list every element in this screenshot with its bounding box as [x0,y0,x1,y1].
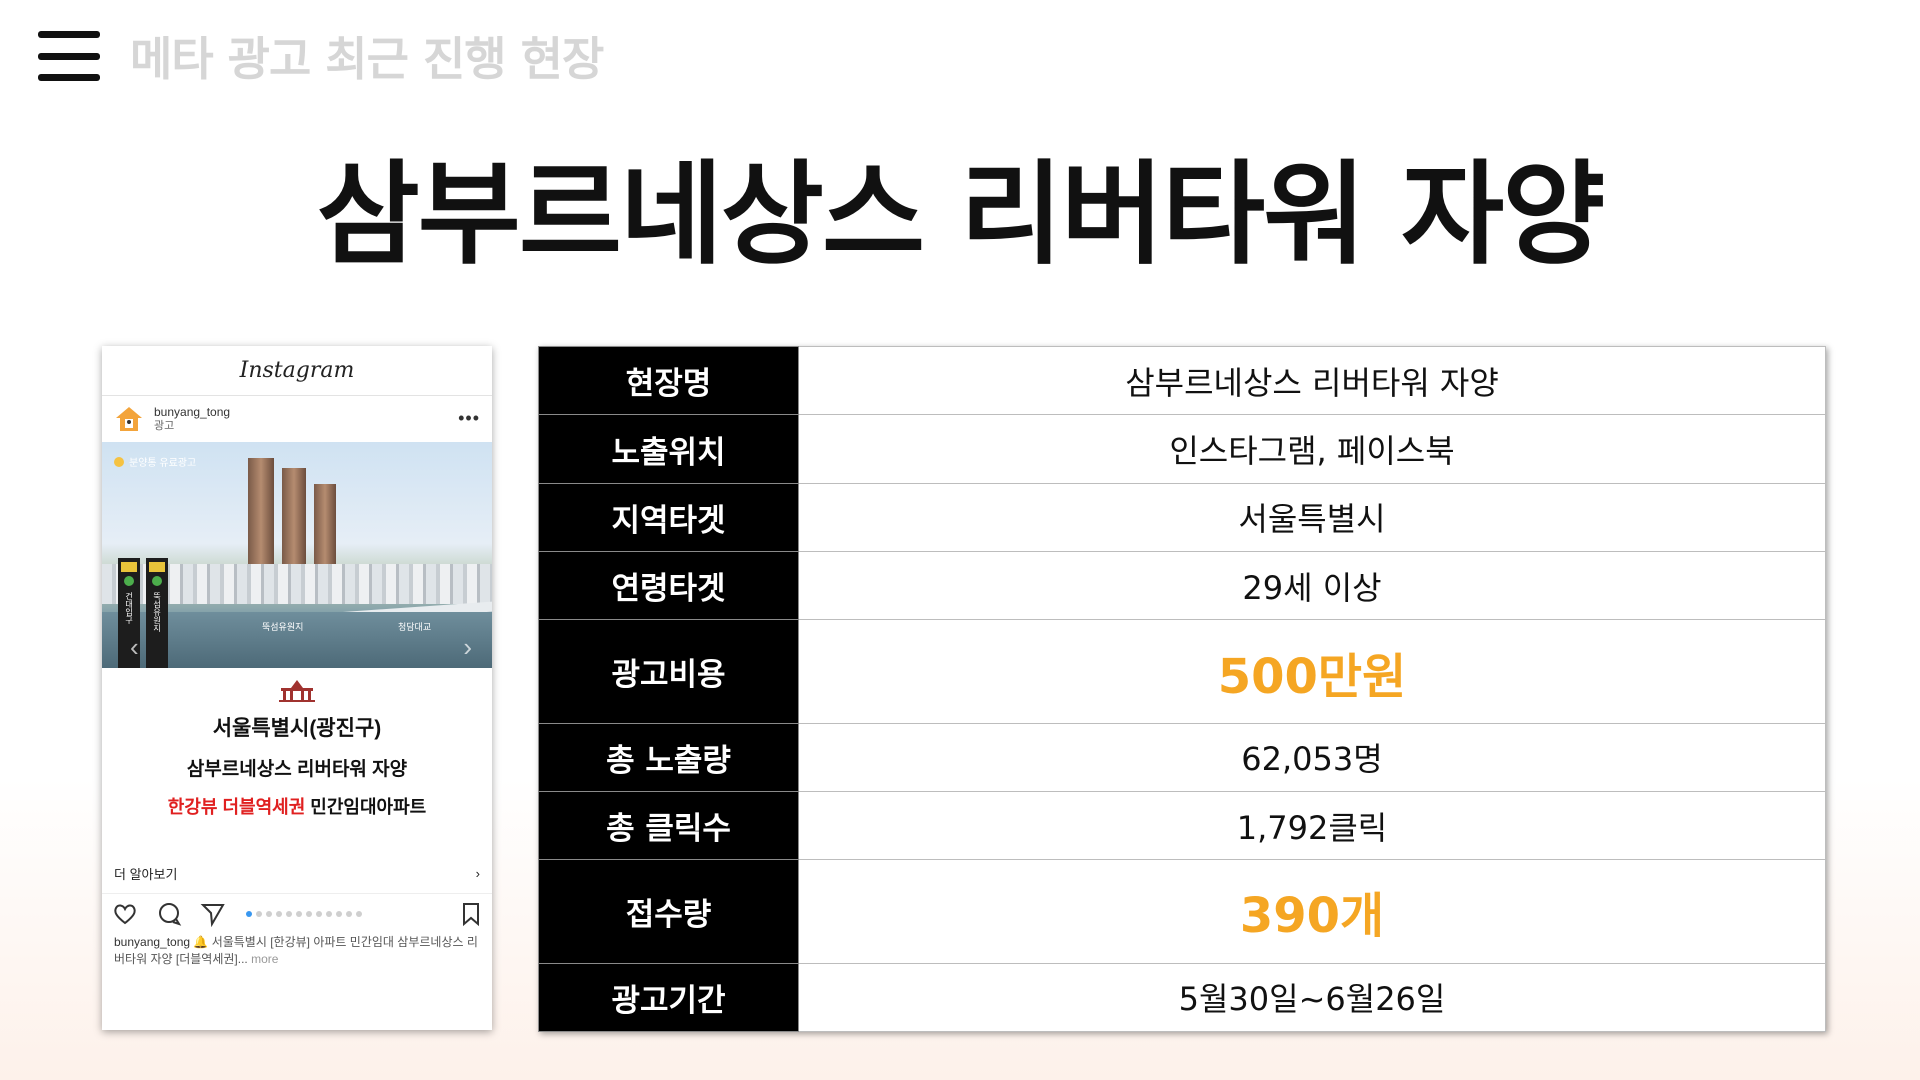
renaissance-logo [273,678,321,706]
more-options-icon[interactable]: ••• [458,408,480,429]
ad-line-location: 서울특별시(광진구) [212,717,382,740]
house-logo-icon [116,407,142,431]
sponsored-label: 광고 [154,420,175,432]
caption-username[interactable]: bunyang_tong [114,935,190,949]
send-icon[interactable] [200,901,226,928]
table-body: 현장명 삼부르네상스 리버타워 자양 노출위치 인스타그램, 페이스북 지역타겟 서울특별… [538,345,1826,1033]
table-row: 연령타겟 29세 이상 [538,551,1826,621]
bookmark-icon[interactable] [460,901,482,927]
ad-line-name: 삼부르네상스 리버타워 자양 [186,759,408,780]
page-title: 삼부르네상스 리버타워 자양 [316,150,1605,280]
instagram-header: Instagram [102,346,492,396]
row-value: 500만원 [798,619,1826,724]
row-value: 1,792클릭 [798,790,1826,861]
ad-highlight: 한강뷰 더블역세권 [167,797,306,817]
username[interactable]: bunyang_tong [154,405,230,419]
map-label: 뚝섬유원지 [262,622,304,632]
row-label: 접수량 [538,859,799,964]
row-value: 62,053명 [798,722,1826,792]
comment-icon[interactable] [156,901,182,927]
ad-line-rest: 민간임대아파트 [305,797,427,817]
map-label: 청담대교 [398,622,432,632]
row-value: 인스타그램, 페이스북 [798,414,1826,484]
instagram-ad-preview: Instagram bunyang_tong 광고 ••• 분양통 유료광고 건… [102,346,492,1030]
row-label: 광고기간 [538,962,799,1033]
ad-image[interactable]: 분양통 유료광고 건대입구 뚝섬유원지 뚝섬유원지 청담대교 ‹ › [102,442,492,668]
photo-badge: 분양통 유료광고 [114,454,196,469]
table-row: 현장명 삼부르네상스 리버타워 자양 [538,345,1826,416]
carousel-prev-icon[interactable]: ‹ [130,632,139,663]
badge-text: 분양통 유료광고 [129,458,197,469]
badge-dot-icon [114,456,124,467]
row-label: 노출위치 [538,414,799,484]
carousel-indicator [246,911,366,917]
row-label: 연령타겟 [538,551,799,621]
row-label: 광고비용 [538,619,799,724]
table-row: 총 클릭수 1,792클릭 [538,790,1826,861]
row-value: 삼부르네상스 리버타워 자양 [798,345,1826,416]
table-row: 노출위치 인스타그램, 페이스북 [538,414,1826,484]
learn-more-label: 더 알아보기 [114,867,178,882]
row-label: 지역타겟 [538,482,799,553]
post-author: bunyang_tong 광고 ••• [102,396,492,442]
caption-more-link[interactable]: more [248,952,278,966]
ad-copy: 서울특별시(광진구) 삼부르네상스 리버타워 자양 한강뷰 더블역세권 민간임대… [102,668,492,854]
heart-icon[interactable] [112,901,138,927]
instagram-logo: Instagram [239,358,355,383]
ad-line-feature: 한강뷰 더블역세권 민간임대아파트 [102,793,492,819]
row-label: 총 노출량 [538,722,799,792]
campaign-info-table: 현장명 삼부르네상스 리버타워 자양 노출위치 인스타그램, 페이스북 지역타겟 서울특별… [538,345,1826,1033]
table-row: 접수량 390개 [538,859,1826,964]
post-actions [102,894,492,934]
table-row: 광고기간 5월30일~6월26일 [538,962,1826,1033]
row-value: 5월30일~6월26일 [798,962,1826,1033]
post-caption: bunyang_tong 🔔 서울특별시 [한강뷰] 아파트 민간임대 삼부르네… [102,934,492,968]
table-row: 광고비용 500만원 [538,619,1826,724]
row-value: 29세 이상 [798,551,1826,621]
avatar[interactable] [114,404,144,434]
learn-more-button[interactable]: 더 알아보기 › [102,854,492,894]
chevron-right-icon: › [475,866,480,881]
hamburger-menu-icon[interactable] [38,31,100,81]
station-sign: 뚝섬유원지 [146,558,168,668]
table-row: 총 노출량 62,053명 [538,722,1826,792]
row-label: 현장명 [538,345,799,416]
carousel-next-icon[interactable]: › [463,632,472,663]
table-row: 지역타겟 서울특별시 [538,482,1826,553]
author-meta: bunyang_tong 광고 [154,405,230,433]
row-value: 390개 [798,859,1826,964]
section-title: 메타 광고 최근 진행 현장 [130,32,604,86]
top-bar: 메타 광고 최근 진행 현장 [38,26,604,86]
row-value: 서울특별시 [798,482,1826,553]
row-label: 총 클릭수 [538,790,799,861]
